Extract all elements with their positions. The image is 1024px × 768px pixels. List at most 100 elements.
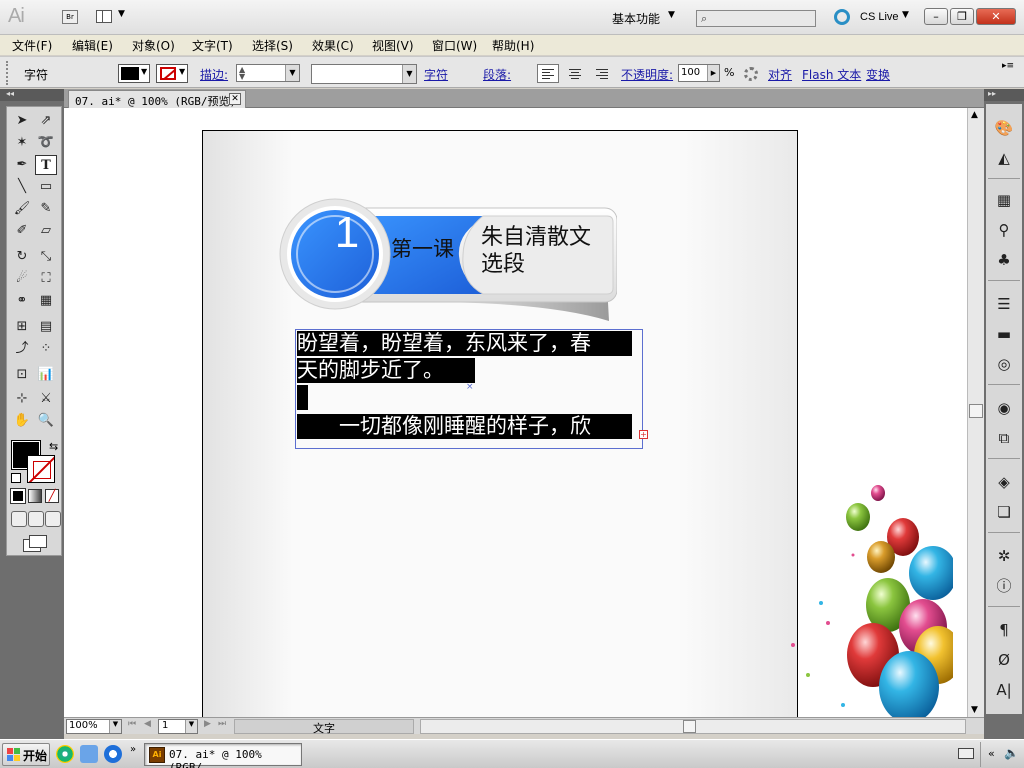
hand-tool-icon[interactable]: ✋	[11, 411, 33, 431]
gradient-tool-icon[interactable]: ▤	[35, 317, 57, 337]
screen-mode-icon[interactable]	[23, 535, 47, 552]
flash-text-link[interactable]: Flash 文本	[802, 66, 861, 83]
internet-explorer-icon[interactable]	[104, 745, 122, 763]
brushes-panel-icon[interactable]: ⚲	[994, 220, 1014, 240]
symbols-panel-icon[interactable]: ♣	[994, 250, 1014, 270]
cslive-button[interactable]: CS Live	[860, 11, 899, 23]
media-player-icon[interactable]	[56, 745, 74, 763]
color-guide-icon[interactable]: ◭	[994, 148, 1014, 168]
free-transform-tool-icon[interactable]: ⛶	[35, 269, 57, 289]
paragraph-panel-link[interactable]: 段落:	[483, 66, 511, 83]
align-right-button[interactable]	[591, 64, 613, 83]
align-panel-link[interactable]: 对齐	[768, 66, 792, 83]
menu-view[interactable]: 视图(V)	[372, 37, 414, 54]
status-current-tool[interactable]: 文字	[234, 719, 414, 735]
lesson-title-badge[interactable]: 1 第一课 朱自清散文选段	[277, 186, 618, 326]
chevron-down-icon[interactable]: ▼	[902, 10, 909, 20]
color-panel-icon[interactable]: 🎨	[994, 118, 1014, 138]
menu-effect[interactable]: 效果(C)	[312, 37, 354, 54]
swap-fill-stroke-icon[interactable]: ⇆	[49, 440, 58, 453]
cslive-icon[interactable]	[834, 9, 850, 25]
horizontal-scrollbar[interactable]	[420, 719, 966, 734]
menu-file[interactable]: 文件(F)	[12, 37, 52, 54]
lasso-tool-icon[interactable]: ➰	[35, 133, 57, 153]
artboards-panel-icon[interactable]: ❏	[994, 502, 1014, 522]
rectangle-tool-icon[interactable]: ▭	[35, 177, 57, 197]
artboard-number-field[interactable]: 1 ▼	[158, 719, 198, 734]
gradient-panel-icon[interactable]: ▬	[994, 324, 1014, 344]
zoom-tool-icon[interactable]: 🔍	[35, 411, 57, 431]
direct-selection-tool-icon[interactable]: ⇗	[35, 111, 57, 131]
stroke-panel-link[interactable]: 描边:	[200, 66, 228, 83]
menu-type[interactable]: 文字(T)	[192, 37, 233, 54]
stroke-color-dropdown[interactable]: ▼	[156, 64, 188, 83]
layers-panel-icon[interactable]: ◈	[994, 472, 1014, 492]
appearance-panel-icon[interactable]: ◉	[994, 398, 1014, 418]
stroke-weight-field[interactable]: ▲ ▼ ▼	[236, 64, 300, 82]
text-line-4[interactable]: 一切都像刚睡醒的样子，欣	[297, 414, 632, 439]
menu-select[interactable]: 选择(S)	[252, 37, 293, 54]
align-center-button[interactable]	[564, 64, 586, 83]
zoom-field[interactable]: 100% ▼	[66, 719, 122, 734]
vertical-scrollbar[interactable]: ▲ ▼	[967, 108, 984, 717]
text-line-2[interactable]: 天的脚步近了。	[297, 358, 475, 383]
text-line-1[interactable]: 盼望着，盼望着，东风来了，春	[297, 331, 632, 356]
previous-artboard-icon[interactable]: ◀	[144, 719, 151, 729]
fill-color-dropdown[interactable]: ▼	[118, 64, 150, 83]
gradient-mode-button[interactable]	[28, 489, 42, 503]
minimize-button[interactable]: –	[924, 8, 948, 25]
symbol-sprayer-tool-icon[interactable]: ⊡	[11, 365, 33, 385]
first-artboard-icon[interactable]: ⏮	[128, 719, 136, 729]
opentype-panel-icon[interactable]: Ø	[994, 650, 1014, 670]
scroll-thumb[interactable]	[969, 404, 983, 418]
color-mode-button[interactable]	[10, 488, 26, 504]
magic-wand-tool-icon[interactable]: ✶	[11, 133, 33, 153]
text-overflow-icon[interactable]: +	[639, 430, 648, 439]
draw-inside-icon[interactable]	[45, 511, 61, 527]
scroll-up-icon[interactable]: ▲	[971, 110, 978, 120]
restore-button[interactable]: ❐	[950, 8, 974, 25]
speaker-icon[interactable]: 🔈	[1004, 746, 1019, 760]
eyedropper-tool-icon[interactable]: ⤴	[11, 339, 33, 359]
collapse-panel-icon[interactable]: ◂◂	[0, 89, 64, 101]
close-button[interactable]: ✕	[976, 8, 1016, 25]
tray-expand-icon[interactable]: «	[988, 747, 995, 760]
recolor-artwork-icon[interactable]	[744, 67, 758, 81]
panel-menu-icon[interactable]: ▸≡	[1002, 61, 1014, 71]
text-frame[interactable]: 盼望着，盼望着，东风来了，春 天的脚步近了。 一切都像刚睡醒的样子，欣 × +	[295, 329, 648, 449]
chevron-down-icon[interactable]: ▼	[668, 10, 675, 20]
opacity-field[interactable]: 100 ▶	[678, 64, 720, 82]
blend-tool-icon[interactable]: ⁘	[35, 339, 57, 359]
type-tool-icon[interactable]: T	[35, 155, 57, 175]
chevron-down-icon[interactable]: ▼	[109, 720, 121, 733]
eraser-tool-icon[interactable]: ▱	[35, 221, 57, 241]
chevron-down-icon[interactable]: ▼	[185, 720, 197, 733]
menu-edit[interactable]: 编辑(E)	[72, 37, 113, 54]
next-artboard-icon[interactable]: ▶	[204, 719, 211, 729]
artboard-tool-icon[interactable]: ⊹	[11, 389, 33, 409]
desktop-icon[interactable]	[80, 745, 98, 763]
scroll-thumb[interactable]	[683, 720, 696, 733]
slice-tool-icon[interactable]: ⚔	[35, 389, 57, 409]
stroke-color-box[interactable]	[27, 455, 55, 483]
transform-panel-link[interactable]: 变换	[866, 66, 890, 83]
info-panel-icon[interactable]: ⓘ	[994, 576, 1014, 596]
text-line-3[interactable]	[297, 385, 308, 410]
shape-builder-tool-icon[interactable]: ⚭	[11, 291, 33, 311]
mesh-tool-icon[interactable]: ⊞	[11, 317, 33, 337]
perspective-grid-tool-icon[interactable]: ▦	[35, 291, 57, 311]
bridge-button[interactable]: Br	[62, 10, 78, 24]
artboard[interactable]: 1 第一课 朱自清散文选段 盼望着，盼望着，东风来了，春 天的脚步近了。 一切都…	[202, 130, 953, 717]
pen-tool-icon[interactable]: ✒	[11, 155, 33, 175]
swatches-panel-icon[interactable]: ▦	[994, 190, 1014, 210]
graphic-styles-icon[interactable]: ⧉	[994, 428, 1014, 448]
menu-object[interactable]: 对象(O)	[132, 37, 175, 54]
align-left-button[interactable]	[537, 64, 559, 83]
keyboard-icon[interactable]	[958, 748, 974, 759]
close-icon[interactable]: ✕	[229, 93, 241, 105]
transparency-panel-icon[interactable]: ◎	[994, 354, 1014, 374]
none-mode-button[interactable]: ╱	[45, 489, 59, 503]
navigator-panel-icon[interactable]: ✲	[994, 546, 1014, 566]
pencil-tool-icon[interactable]: ✎	[35, 199, 57, 219]
scale-tool-icon[interactable]: ⤡	[35, 247, 57, 267]
